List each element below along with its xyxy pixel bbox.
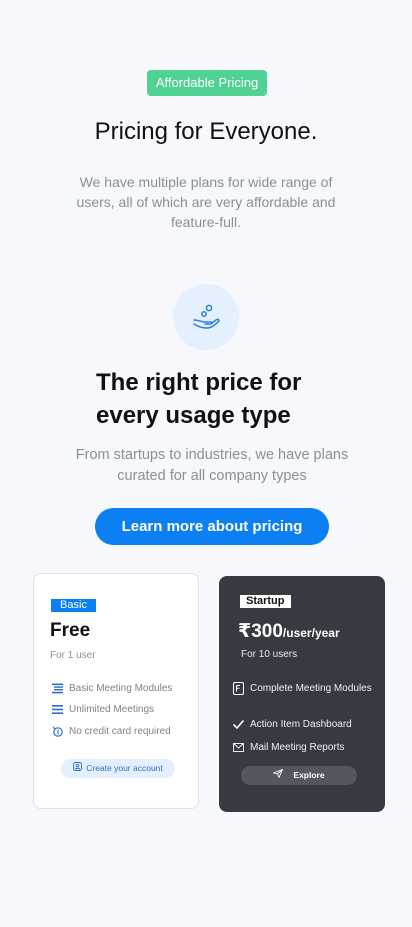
plan-users: For 10 users bbox=[241, 649, 298, 660]
create-account-label: Create your account bbox=[86, 763, 163, 773]
send-icon bbox=[273, 766, 284, 785]
list-icon bbox=[51, 703, 63, 715]
page-subtitle: We have multiple plans for wide range of… bbox=[76, 174, 336, 230]
check-icon bbox=[232, 718, 244, 730]
plan-tag: Startup bbox=[240, 595, 291, 608]
price-amount: ₹300 bbox=[238, 621, 283, 642]
price-unit: /user/year bbox=[282, 626, 340, 640]
section-heading: The right price for every usage type bbox=[96, 369, 302, 429]
plan-name: Free bbox=[50, 620, 91, 641]
feature-item: Complete Meeting Modules bbox=[232, 681, 372, 695]
feature-item: Mail Meeting Reports bbox=[232, 741, 344, 754]
feature-label: Basic Meeting Modules bbox=[69, 683, 173, 694]
feature-item: Basic Meeting Modules bbox=[51, 682, 172, 695]
basic-plan-card: Basic Free For 1 user Basic Meeting Modu… bbox=[33, 573, 199, 809]
section-subtext: From startups to industries, we have pla… bbox=[75, 447, 349, 484]
page-title: Pricing for Everyone. bbox=[94, 118, 318, 145]
feature-label: Complete Meeting Modules bbox=[250, 683, 372, 694]
document-icon bbox=[232, 681, 244, 695]
startup-plan-card: Startup ₹300/user/year For 10 users Comp… bbox=[219, 576, 385, 812]
mail-icon bbox=[232, 741, 244, 753]
user-icon bbox=[73, 759, 83, 778]
feature-item: No credit card required bbox=[51, 725, 171, 738]
plan-tag: Basic bbox=[51, 599, 96, 612]
dollar-icon bbox=[51, 725, 63, 737]
feature-item: Action Item Dashboard bbox=[232, 718, 352, 731]
hand-coins-icon bbox=[173, 284, 239, 350]
create-account-button[interactable]: Create your account bbox=[61, 759, 175, 778]
feature-label: Action Item Dashboard bbox=[250, 719, 352, 730]
affordable-pricing-badge: Affordable Pricing bbox=[147, 70, 267, 96]
plan-users: For 1 user bbox=[50, 650, 96, 661]
plan-price: ₹300/user/year bbox=[238, 620, 340, 643]
feature-item: Unlimited Meetings bbox=[51, 703, 154, 716]
feature-label: Unlimited Meetings bbox=[69, 704, 155, 715]
feature-label: No credit card required bbox=[69, 726, 171, 737]
learn-more-pricing-button[interactable]: Learn more about pricing bbox=[95, 508, 329, 545]
feature-label: Mail Meeting Reports bbox=[250, 742, 345, 753]
explore-button[interactable]: Explore bbox=[241, 766, 357, 785]
explore-label: Explore bbox=[293, 770, 325, 780]
modules-icon bbox=[51, 682, 63, 694]
